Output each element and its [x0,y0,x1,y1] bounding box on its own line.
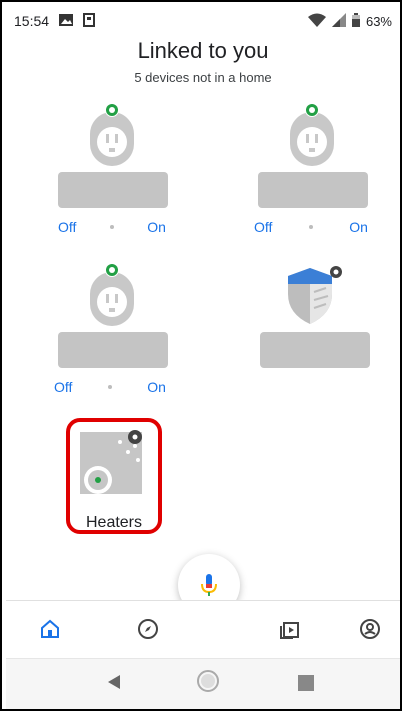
wifi-icon [307,13,326,30]
media-icon [280,622,299,639]
battery-percent: 63% [365,13,392,29]
back-button[interactable] [106,673,122,696]
device-plug-2[interactable]: Off On [242,102,382,242]
battery-icon [351,12,360,30]
separator-dot [107,385,112,389]
home-icon [41,619,59,638]
device-shield[interactable] [242,262,382,372]
device-controls: Off On [42,379,182,395]
account-icon [360,619,380,639]
plug-icon [284,102,340,171]
device-plug-3[interactable]: Off On [42,262,182,402]
on-button[interactable]: On [349,219,368,235]
page-subtitle: 5 devices not in a home [134,70,272,85]
plug-icon [84,262,140,331]
on-button[interactable]: On [147,219,166,235]
notification-box-icon [83,12,96,30]
status-time: 15:54 [14,13,50,29]
heaters-label: Heaters [85,514,143,531]
system-nav [6,658,400,709]
heater-icon [80,430,146,499]
recents-button[interactable] [298,675,314,696]
signal-icon [331,12,346,30]
status-left: 15:54 [14,12,96,30]
device-name-placeholder [260,332,370,368]
nav-home[interactable] [36,615,64,643]
plug-icon [84,102,140,171]
mic-icon [201,574,217,596]
security-shield-icon [280,262,344,333]
off-button[interactable]: Off [58,219,76,235]
compass-icon [138,619,158,639]
back-icon [108,675,120,689]
page-title: Linked to you [137,38,269,63]
device-heaters[interactable]: Heaters [66,418,162,534]
device-controls: Off On [42,219,182,235]
gear-icon [128,430,142,444]
bottom-nav [6,600,400,658]
off-button[interactable]: Off [254,219,272,235]
device-name-placeholder [58,332,168,368]
device-name-placeholder [58,172,168,208]
status-right: 63% [307,12,392,30]
app-frame: 15:54 63% Linked to you 5 devices not in… [0,0,402,711]
nav-account[interactable] [356,615,384,643]
device-name-placeholder [258,172,368,208]
home-button[interactable] [196,669,220,698]
home-circle-icon [197,670,219,692]
on-button[interactable]: On [147,379,166,395]
status-bar: 15:54 63% [6,6,400,36]
device-plug-1[interactable]: Off On [42,102,182,242]
nav-discover[interactable] [134,615,162,643]
device-controls: Off On [242,219,382,235]
separator-dot [109,225,114,229]
image-notification-icon [59,13,74,29]
off-button[interactable]: Off [54,379,72,395]
nav-media[interactable] [276,615,304,643]
separator-dot [308,225,313,229]
recents-icon [298,675,314,691]
gear-icon [330,266,342,278]
